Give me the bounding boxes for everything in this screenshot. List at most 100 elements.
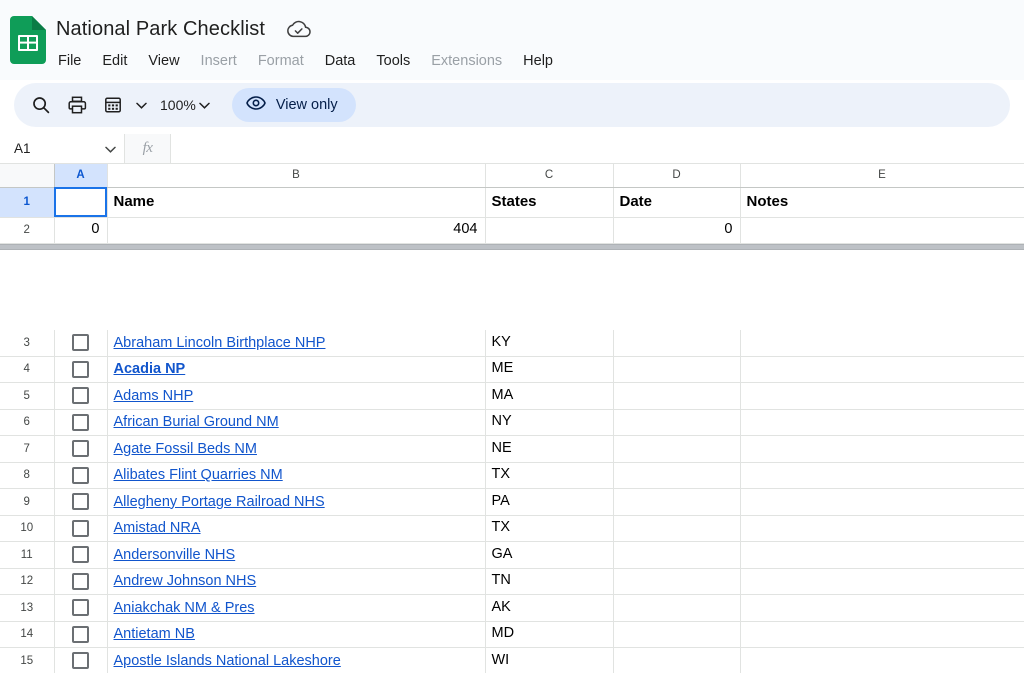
park-link[interactable]: Allegheny Portage Railroad NHS — [114, 494, 325, 510]
column-header-d[interactable]: D — [613, 164, 741, 188]
cell-a12[interactable] — [54, 568, 108, 595]
cell-e4[interactable] — [740, 356, 1024, 383]
cell-e8[interactable] — [740, 462, 1024, 489]
cell-a10[interactable] — [54, 515, 108, 542]
cell-b3[interactable]: Abraham Lincoln Birthplace NHP — [107, 329, 486, 357]
park-link[interactable]: African Burial Ground NM — [114, 414, 279, 430]
cell-d13[interactable] — [613, 594, 741, 622]
row-header-11[interactable]: 11 — [0, 541, 55, 569]
column-header-b[interactable]: B — [107, 164, 486, 188]
view-only-button[interactable]: View only — [231, 88, 356, 122]
cloud-saved-icon[interactable] — [285, 19, 311, 39]
cell-e12[interactable] — [740, 568, 1024, 595]
cell-c7[interactable]: NE — [485, 435, 614, 463]
cell-c11[interactable]: GA — [485, 541, 614, 569]
cell-d12[interactable] — [613, 568, 741, 595]
cell-d5[interactable] — [613, 382, 741, 410]
cell-c3[interactable]: KY — [485, 329, 614, 357]
cell-b12[interactable]: Andrew Johnson NHS — [107, 568, 486, 595]
cell-b14[interactable]: Antietam NB — [107, 621, 486, 648]
cell-c9[interactable]: PA — [485, 488, 614, 516]
menu-item-data[interactable]: Data — [325, 54, 356, 69]
visited-checkbox[interactable] — [72, 519, 89, 537]
cell-c5[interactable]: MA — [485, 382, 614, 410]
cell-e9[interactable] — [740, 488, 1024, 516]
zoom-chevron-down-icon[interactable] — [196, 88, 214, 122]
cell-a11[interactable] — [54, 541, 108, 569]
visited-checkbox[interactable] — [72, 466, 89, 484]
row-header-7[interactable]: 7 — [0, 435, 55, 463]
menu-item-help[interactable]: Help — [523, 54, 553, 69]
cell-d4[interactable] — [613, 356, 741, 383]
visited-checkbox[interactable] — [72, 387, 89, 405]
park-link[interactable]: Apostle Islands National Lakeshore — [114, 653, 341, 669]
cell-e3[interactable] — [740, 329, 1024, 357]
cell-c2[interactable] — [485, 217, 614, 244]
cell-c8[interactable]: TX — [485, 462, 614, 489]
menu-item-tools[interactable]: Tools — [376, 54, 410, 69]
cell-a1[interactable] — [54, 187, 108, 218]
cell-b4[interactable]: Acadia NP — [107, 356, 486, 383]
page-title[interactable]: National Park Checklist — [56, 18, 265, 41]
column-header-a[interactable]: A — [54, 164, 108, 188]
row-header-3[interactable]: 3 — [0, 329, 55, 357]
cell-a5[interactable] — [54, 382, 108, 410]
visited-checkbox[interactable] — [72, 440, 89, 458]
cell-b11[interactable]: Andersonville NHS — [107, 541, 486, 569]
cell-a4[interactable] — [54, 356, 108, 383]
menu-item-file[interactable]: File — [58, 54, 81, 69]
cell-e5[interactable] — [740, 382, 1024, 410]
cell-e2[interactable] — [740, 217, 1024, 244]
cell-b1[interactable]: Name — [107, 187, 486, 218]
cell-b6[interactable]: African Burial Ground NM — [107, 409, 486, 436]
park-link[interactable]: Adams NHP — [114, 388, 194, 404]
cell-a13[interactable] — [54, 594, 108, 622]
cell-e7[interactable] — [740, 435, 1024, 463]
cell-c4[interactable]: ME — [485, 356, 614, 383]
frozen-rows-divider[interactable] — [0, 244, 1024, 250]
cell-d7[interactable] — [613, 435, 741, 463]
cell-a6[interactable] — [54, 409, 108, 436]
column-header-c[interactable]: C — [485, 164, 614, 188]
row-header-2[interactable]: 2 — [0, 217, 55, 244]
cell-d15[interactable] — [613, 647, 741, 673]
cell-c6[interactable]: NY — [485, 409, 614, 436]
filter-views-chevron-down-icon[interactable] — [132, 88, 150, 122]
visited-checkbox[interactable] — [72, 572, 89, 590]
cell-c13[interactable]: AK — [485, 594, 614, 622]
cell-b8[interactable]: Alibates Flint Quarries NM — [107, 462, 486, 489]
cell-d1[interactable]: Date — [613, 187, 741, 218]
row-header-12[interactable]: 12 — [0, 568, 55, 595]
visited-checkbox[interactable] — [72, 599, 89, 617]
menu-item-edit[interactable]: Edit — [102, 54, 127, 69]
cell-b2[interactable]: 404 — [107, 217, 486, 244]
park-link[interactable]: Alibates Flint Quarries NM — [114, 467, 283, 483]
cell-a15[interactable] — [54, 647, 108, 673]
cell-b9[interactable]: Allegheny Portage Railroad NHS — [107, 488, 486, 516]
row-header-10[interactable]: 10 — [0, 515, 55, 542]
filter-views-icon[interactable] — [96, 88, 130, 122]
column-header-e[interactable]: E — [740, 164, 1024, 188]
row-header-1[interactable]: 1 — [0, 187, 55, 218]
print-icon[interactable] — [60, 88, 94, 122]
cell-b10[interactable]: Amistad NRA — [107, 515, 486, 542]
formula-input[interactable] — [171, 134, 1024, 163]
cell-d2[interactable]: 0 — [613, 217, 741, 244]
zoom-control[interactable]: 100% — [152, 90, 216, 120]
park-link[interactable]: Abraham Lincoln Birthplace NHP — [114, 335, 326, 351]
cell-a14[interactable] — [54, 621, 108, 648]
cell-e13[interactable] — [740, 594, 1024, 622]
cell-e6[interactable] — [740, 409, 1024, 436]
cell-c14[interactable]: MD — [485, 621, 614, 648]
cell-c1[interactable]: States — [485, 187, 614, 218]
cell-d11[interactable] — [613, 541, 741, 569]
cell-e1[interactable]: Notes — [740, 187, 1024, 218]
cell-c10[interactable]: TX — [485, 515, 614, 542]
visited-checkbox[interactable] — [72, 546, 89, 564]
visited-checkbox[interactable] — [72, 334, 89, 351]
name-box[interactable]: A1 — [0, 134, 125, 163]
cell-b5[interactable]: Adams NHP — [107, 382, 486, 410]
cell-c15[interactable]: WI — [485, 647, 614, 673]
cell-d9[interactable] — [613, 488, 741, 516]
row-header-9[interactable]: 9 — [0, 488, 55, 516]
